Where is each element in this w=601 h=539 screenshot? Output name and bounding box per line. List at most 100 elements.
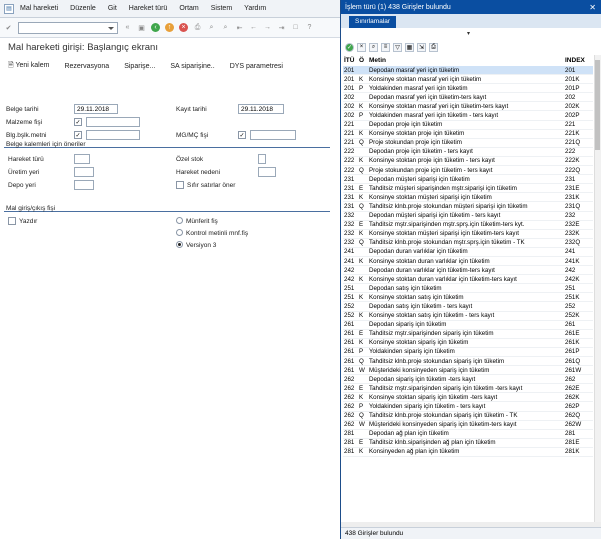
table-row[interactable]: 221 K Konsinye stoktan proje için tüketim 2…: [343, 130, 593, 139]
table-row[interactable]: 261 P Yoldakinden sipariş için tüketim 261P: [343, 348, 593, 357]
col-o[interactable]: Ö: [359, 57, 369, 64]
menu-item-duzenle[interactable]: Düzenle: [70, 5, 96, 12]
reason-field[interactable]: [258, 167, 276, 177]
table-row[interactable]: 232 Q Tahditsiz klnb.proje stokundan mştr.…: [343, 239, 593, 248]
table-row[interactable]: 281 E Tahditsiz klnb.siparişinden ağ plan …: [343, 439, 593, 448]
radio-control-text-slip[interactable]: [176, 229, 183, 236]
table-row[interactable]: 201 Depodan masraf yeri için tüketim 201: [343, 66, 593, 76]
table-row[interactable]: 232 K Konsinye stoktan müşteri siparişi iç…: [343, 230, 593, 239]
table-row[interactable]: 261 Q Tahditsiz klnb.proje stokundan sipar…: [343, 357, 593, 367]
cancel-icon[interactable]: ×: [179, 23, 188, 32]
table-row[interactable]: 231 Depodan müşteri siparişi için tüketim…: [343, 175, 593, 185]
plant-field[interactable]: [74, 167, 94, 177]
table-row[interactable]: 201 P Yoldakinden masraf yeri için tüketim…: [343, 84, 593, 94]
prev-page-icon[interactable]: ←: [249, 23, 258, 32]
table-row[interactable]: 262 E Tahditsiz mştr.siparişinden sipariş …: [343, 384, 593, 394]
special-stock-field[interactable]: [258, 154, 266, 164]
table-row[interactable]: 222 Depodan proje için tüketim - ters kay…: [343, 148, 593, 157]
table-row[interactable]: 202 K Konsinye stoktan masraf yeri için tü…: [343, 102, 593, 112]
print-icon[interactable]: ⎙: [193, 23, 202, 32]
table-row[interactable]: 231 E Tahditsiz müşteri siparişinden mştr.…: [343, 184, 593, 194]
table-row[interactable]: 262 P Yoldakinden sipariş için tüketim - t…: [343, 402, 593, 412]
storage-field[interactable]: [74, 180, 94, 190]
table-row[interactable]: 231 Q Tahditsiz klnb.proje stokundan müşte…: [343, 202, 593, 212]
command-field[interactable]: [18, 21, 118, 34]
first-page-icon[interactable]: ⇤: [235, 23, 244, 32]
movement-type-field[interactable]: [74, 154, 90, 164]
table-row[interactable]: 222 Q Proje stokundan proje için tüketim -…: [343, 166, 593, 176]
binoculars-icon[interactable]: ⌕: [369, 42, 378, 52]
cancel-icon[interactable]: ×: [357, 42, 366, 52]
table-row[interactable]: 221 Q Proje stokundan proje için tüketim 22…: [343, 139, 593, 148]
menu-item-hareket-turu[interactable]: Hareket türü: [129, 5, 168, 12]
find-next-icon[interactable]: ⌕: [221, 23, 230, 32]
table-row[interactable]: 261 K Konsinye stoktan sipariş için tüketi…: [343, 339, 593, 348]
radio-version-3[interactable]: [176, 241, 183, 248]
table-row[interactable]: 202 Depodan masraf yeri için tüketim-ters…: [343, 93, 593, 103]
table-row[interactable]: 261 W Müşterideki konsinyeden sipariş için…: [343, 366, 593, 376]
sa-order-button[interactable]: SA siparişine..: [170, 63, 214, 70]
table-row[interactable]: 251 Depodan satış için tüketim 251: [343, 284, 593, 294]
print-checkbox[interactable]: [8, 217, 16, 225]
new-session-icon[interactable]: □: [291, 23, 300, 32]
sort-icon[interactable]: ≡: [381, 42, 390, 52]
col-itu[interactable]: İTÜ: [343, 57, 359, 64]
radio-individual-slip[interactable]: [176, 217, 183, 224]
next-page-icon[interactable]: →: [263, 23, 272, 32]
reservation-button[interactable]: Rezervasyona: [64, 63, 109, 70]
table-row[interactable]: 262 Q Tahditsiz klnb.proje stokundan sipar…: [343, 412, 593, 421]
dys-parameter-button[interactable]: DYS parametresi: [230, 63, 283, 70]
table-row[interactable]: 281 Depodan ağ plan için tüketim 281: [343, 430, 593, 439]
layout-icon[interactable]: ▦: [405, 42, 414, 52]
confirm-icon[interactable]: ✓: [345, 42, 354, 52]
material-slip-field[interactable]: [86, 117, 140, 127]
order-button[interactable]: Siparişe...: [124, 63, 155, 70]
menu-item-git[interactable]: Git: [108, 5, 117, 12]
help-icon[interactable]: ?: [305, 23, 314, 32]
table-row[interactable]: 252 Depodan satış için tüketim - ters kay…: [343, 302, 593, 312]
table-row[interactable]: 241 Depodan duran varlıklar için tüketim 2…: [343, 248, 593, 257]
table-row[interactable]: 242 Depodan duran varlıklar için tüketim-…: [343, 266, 593, 276]
table-row[interactable]: 231 K Konsinye stoktan müşteri siparişi iç…: [343, 193, 593, 203]
table-row[interactable]: 262 W Müşterideki konsinyeden sipariş için…: [343, 421, 593, 430]
table-row[interactable]: 262 K Konsinye stoktan sipariş için tüketi…: [343, 393, 593, 403]
print-icon[interactable]: ⎙: [429, 42, 438, 52]
table-row[interactable]: 242 K Konsinye stoktan duran varlıklar içi…: [343, 275, 593, 285]
doc-header-checkbox[interactable]: ✓: [74, 131, 82, 139]
table-row[interactable]: 281 K Konsinyeden ağ plan için tüketim 281K: [343, 448, 593, 458]
find-icon[interactable]: ⌕: [207, 23, 216, 32]
table-row[interactable]: 201 K Konsinye stoktan masraf yeri için tü…: [343, 75, 593, 85]
close-icon[interactable]: ✕: [589, 3, 596, 12]
last-page-icon[interactable]: ⇥: [277, 23, 286, 32]
table-row[interactable]: 261 E Tahditsiz mştr.siparişinden sipariş …: [343, 330, 593, 339]
post-date-field[interactable]: 29.11.2018: [238, 104, 284, 114]
menu-item-mal-hareketi[interactable]: Mal hareketi: [20, 5, 58, 12]
check-icon[interactable]: ✔: [4, 23, 13, 32]
doc-date-field[interactable]: 29.11.2018: [74, 104, 118, 114]
menu-item-sistem[interactable]: Sistem: [211, 5, 232, 12]
material-slip-checkbox[interactable]: ✓: [74, 118, 82, 126]
new-item-button[interactable]: 🗎 Yeni kalem: [8, 61, 49, 72]
save-icon[interactable]: ▣: [137, 23, 146, 32]
menu-item-yardim[interactable]: Yardım: [244, 5, 266, 12]
expand-icon[interactable]: ▾: [467, 30, 470, 37]
table-row[interactable]: 222 K Konsinye stoktan proje için tüketim …: [343, 157, 593, 167]
sap-menu-icon[interactable]: ▤: [4, 3, 14, 14]
filter-icon[interactable]: ▽: [393, 42, 402, 52]
tab-restrictions[interactable]: Sınırlamalar: [349, 16, 397, 28]
table-row[interactable]: 251 K Konsinye stoktan satış için tüketim 2…: [343, 293, 593, 303]
back-nav-icon[interactable]: «: [123, 23, 132, 32]
table-row[interactable]: 252 K Konsinye stoktan satış için tüketim …: [343, 312, 593, 321]
table-row[interactable]: 262 Depodan sipariş için tüketim -ters ka…: [343, 375, 593, 385]
back-icon[interactable]: ‹: [151, 23, 160, 32]
table-row[interactable]: 261 Depodan sipariş için tüketim 261: [343, 321, 593, 330]
zero-lines-checkbox[interactable]: [176, 181, 184, 189]
scrollbar-thumb[interactable]: [595, 60, 600, 150]
table-row[interactable]: 241 K Konsinye stoktan duran varlıklar içi…: [343, 257, 593, 267]
export-icon[interactable]: ⇲: [417, 42, 426, 52]
table-row[interactable]: 202 P Yoldakinden masraf yeri için tüketim…: [343, 111, 593, 121]
table-row[interactable]: 232 Depodan müşteri siparişi için tüketim…: [343, 212, 593, 221]
col-index[interactable]: INDEX: [565, 57, 593, 64]
mgmc-field[interactable]: [250, 130, 296, 140]
exit-icon[interactable]: ↑: [165, 23, 174, 32]
